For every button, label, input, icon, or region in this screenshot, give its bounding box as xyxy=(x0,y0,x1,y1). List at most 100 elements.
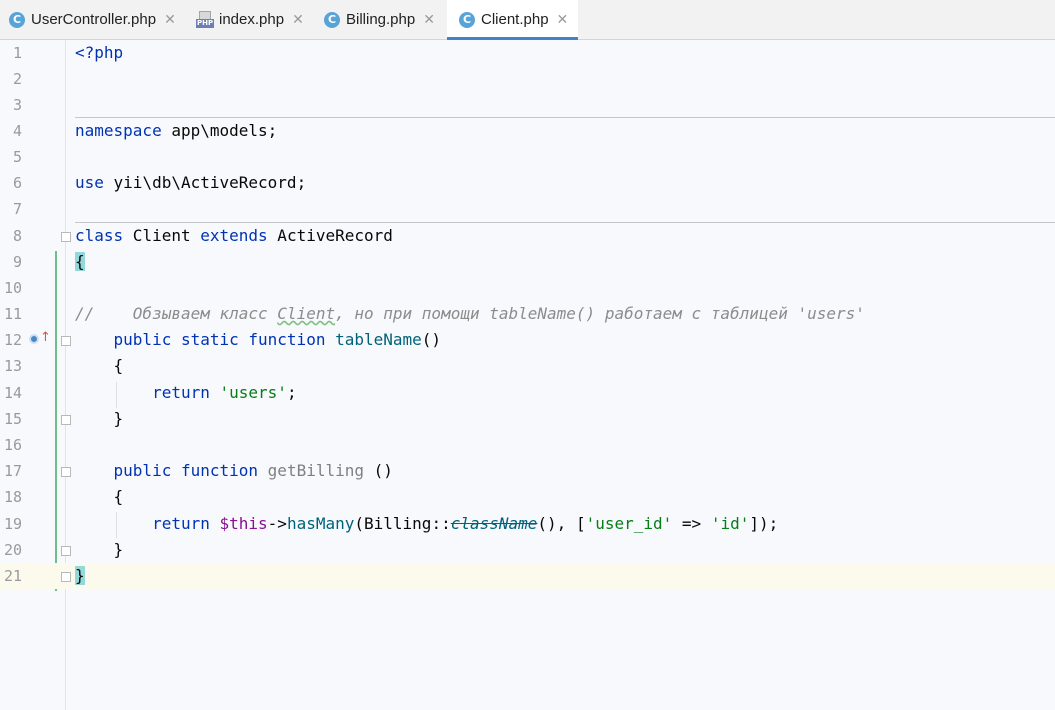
line-number: 20 xyxy=(3,541,22,559)
close-icon[interactable]: ✕ xyxy=(292,12,304,28)
line-number: 6 xyxy=(12,174,22,192)
code-line[interactable]: 17 public function getBilling () xyxy=(0,458,1055,484)
code-line[interactable]: 18 { xyxy=(0,484,1055,510)
fold-icon[interactable] xyxy=(61,336,71,346)
code-line[interactable]: 8 class Client extends ActiveRecord xyxy=(0,223,1055,249)
line-number: 2 xyxy=(12,70,22,88)
code-line[interactable]: 15 } xyxy=(0,406,1055,432)
string-literal: 'users' xyxy=(219,383,287,402)
code-line[interactable]: 9 { xyxy=(0,249,1055,275)
line-number: 21 xyxy=(3,567,22,585)
keyword: public static function xyxy=(113,330,326,349)
line-number: 16 xyxy=(3,436,22,454)
code-text: app\models; xyxy=(161,121,278,140)
code-text: yii\db\ActiveRecord; xyxy=(103,173,307,192)
tab-index[interactable]: PHP index.php ✕ xyxy=(196,0,314,39)
close-icon[interactable]: ✕ xyxy=(423,12,435,28)
fold-icon[interactable] xyxy=(61,572,71,582)
line-number: 8 xyxy=(12,227,22,245)
code-line[interactable]: 7 xyxy=(0,196,1055,222)
code-text: () xyxy=(421,330,442,349)
line-number: 5 xyxy=(12,148,22,166)
line-number: 15 xyxy=(3,410,22,428)
keyword: use xyxy=(75,173,104,192)
php-file-icon: PHP xyxy=(196,10,215,29)
tab-client[interactable]: C Client.php ✕ xyxy=(447,0,578,40)
keyword: namespace xyxy=(75,121,162,140)
keyword: return xyxy=(152,383,210,402)
code-line[interactable]: 20 } xyxy=(0,537,1055,563)
code-line[interactable]: 4 namespace app\models; xyxy=(0,118,1055,144)
line-number: 12 xyxy=(3,331,22,349)
fold-icon[interactable] xyxy=(61,232,71,242)
code-line[interactable]: 1 <?php xyxy=(0,40,1055,66)
tab-label: index.php xyxy=(219,11,285,28)
code-line[interactable]: 10 xyxy=(0,275,1055,301)
tab-usercontroller[interactable]: C UserController.php ✕ xyxy=(9,0,187,39)
matched-brace: } xyxy=(75,566,85,585)
code-line[interactable]: 5 xyxy=(0,144,1055,170)
line-number: 4 xyxy=(12,122,22,140)
code-text: { xyxy=(75,487,124,506)
code-line[interactable]: 2 xyxy=(0,66,1055,92)
current-code-line[interactable]: 21 } xyxy=(0,563,1055,589)
keyword: return xyxy=(152,514,210,533)
code-line[interactable]: 3 xyxy=(0,92,1055,118)
code-text: } xyxy=(75,409,124,428)
fold-icon[interactable] xyxy=(61,415,71,425)
line-number: 18 xyxy=(3,488,22,506)
string-literal: 'id' xyxy=(710,514,750,533)
tab-billing[interactable]: C Billing.php ✕ xyxy=(324,0,446,39)
code-text: () xyxy=(364,461,393,480)
function-name: tableName xyxy=(335,330,422,349)
code-text: { xyxy=(75,356,124,375)
line-number: 14 xyxy=(3,384,22,402)
close-icon[interactable]: ✕ xyxy=(557,12,569,28)
line-number: 19 xyxy=(3,515,22,533)
code-line[interactable]: 11 // Обзываем класс Client, но при помо… xyxy=(0,301,1055,327)
keyword: extends xyxy=(200,226,268,245)
comment: // Обзываем класс xyxy=(75,304,278,323)
line-number: 11 xyxy=(3,305,22,323)
code-line[interactable]: 14 return 'users'; xyxy=(0,380,1055,406)
fold-icon[interactable] xyxy=(61,467,71,477)
string-literal: 'user_id' xyxy=(585,514,673,533)
php-open-tag: <?php xyxy=(75,43,124,62)
comment-reference: Client xyxy=(277,304,336,323)
editor-tab-bar: C UserController.php ✕ PHP index.php ✕ C… xyxy=(0,0,1055,40)
fold-icon[interactable] xyxy=(61,546,71,556)
code-line[interactable]: 19 return $this->hasMany(Billing::classN… xyxy=(0,511,1055,537)
go-to-parent-arrow-icon[interactable]: ↑ xyxy=(40,329,51,347)
line-number: 13 xyxy=(3,357,22,375)
parent-class: ActiveRecord xyxy=(267,226,393,245)
close-icon[interactable]: ✕ xyxy=(164,12,176,28)
comment: , но при помощи tableName() работаем с т… xyxy=(335,304,865,323)
code-line[interactable]: 13 { xyxy=(0,353,1055,379)
line-number: 9 xyxy=(12,253,22,271)
matched-brace: { xyxy=(75,252,85,271)
class-c-icon: C xyxy=(9,11,25,28)
code-line[interactable]: 12 ↑ public static function tableName() xyxy=(0,327,1055,353)
line-number: 10 xyxy=(3,279,22,297)
keyword: class xyxy=(75,226,124,245)
deprecated-method: className xyxy=(450,514,538,533)
line-number: 3 xyxy=(12,96,22,114)
code-text: } xyxy=(75,540,124,559)
code-editor[interactable]: 1 <?php 2 3 4 namespace app\models; 5 6 … xyxy=(0,40,1055,710)
method-call: hasMany xyxy=(286,514,355,533)
line-number: 17 xyxy=(3,462,22,480)
line-number: 7 xyxy=(12,200,22,218)
implements-method-icon[interactable] xyxy=(29,334,39,344)
line-number: 1 xyxy=(12,44,22,62)
tab-label: Client.php xyxy=(481,11,549,28)
function-name: getBilling xyxy=(267,461,364,480)
tab-label: Billing.php xyxy=(346,11,416,28)
this-variable: $this xyxy=(219,514,268,533)
code-text: ; xyxy=(286,383,297,402)
code-line[interactable]: 16 xyxy=(0,432,1055,458)
class-c-icon: C xyxy=(324,11,340,28)
tab-label: UserController.php xyxy=(31,11,157,28)
code-line[interactable]: 6 use yii\db\ActiveRecord; xyxy=(0,170,1055,196)
class-name: Client xyxy=(123,226,201,245)
keyword: public function xyxy=(113,461,259,480)
